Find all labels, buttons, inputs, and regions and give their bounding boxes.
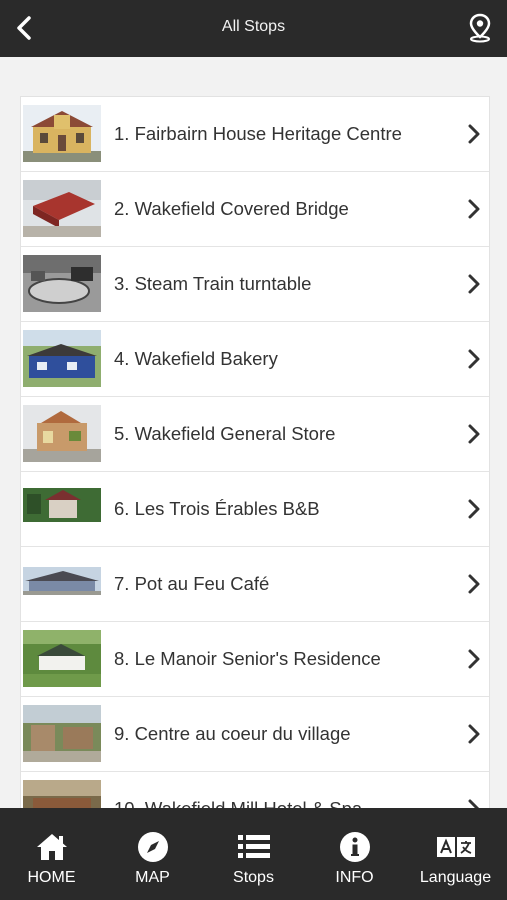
stop-thumbnail [23,630,101,687]
tab-info[interactable]: INFO [304,808,405,900]
stop-label: 1. Fairbairn House Heritage Centre [114,123,402,144]
stop-thumbnail [23,780,101,809]
stop-label: 4. Wakefield Bakery [114,348,278,369]
stop-label: 7. Pot au Feu Café [114,573,270,594]
stop-label: 9. Centre au coeur du village [114,723,351,744]
chevron-right-icon [468,649,480,669]
stop-label: 8. Le Manoir Senior's Residence [114,648,381,669]
translate-icon [436,837,475,857]
list-item[interactable]: 5. Wakefield General Store [21,397,489,472]
home-icon [36,834,67,860]
chevron-right-icon [468,499,480,519]
stop-thumbnail [23,480,101,537]
bottom-tab-bar: HOME MAP Stops INFO Language [0,808,507,900]
list-item[interactable]: 9. Centre au coeur du village [21,697,489,772]
list-item[interactable]: 7. Pot au Feu Café [21,547,489,622]
list-item[interactable]: 8. Le Manoir Senior's Residence [21,622,489,697]
tab-map[interactable]: MAP [102,808,203,900]
stop-thumbnail [23,180,101,237]
stop-thumbnail [23,330,101,387]
list-icon [237,835,270,858]
stop-label: 6. Les Trois Érables B&B [114,498,320,519]
tab-language-label: Language [419,869,492,886]
stop-thumbnail [23,405,101,462]
tab-home[interactable]: HOME [1,808,102,900]
tab-info-label: INFO [335,869,374,886]
chevron-right-icon [468,724,480,744]
chevron-right-icon [468,274,480,294]
stop-label: 2. Wakefield Covered Bridge [114,198,349,219]
list-item[interactable]: 3. Steam Train turntable [21,247,489,322]
info-icon [339,832,370,862]
tab-stops-label: Stops [233,869,274,886]
stop-thumbnail [23,255,101,312]
list-item[interactable]: 10. Wakefield Mill Hotel & Spa [21,772,489,809]
stop-thumbnail [23,555,101,612]
list-item[interactable]: 2. Wakefield Covered Bridge [21,172,489,247]
stop-label: 5. Wakefield General Store [114,423,336,444]
tab-home-label: HOME [27,869,76,886]
chevron-right-icon [468,199,480,219]
tab-map-label: MAP [135,869,170,886]
stop-thumbnail [23,105,101,162]
stop-label: 3. Steam Train turntable [114,273,312,294]
chevron-right-icon [468,349,480,369]
location-button[interactable] [465,12,495,44]
list-item[interactable]: 6. Les Trois Érables B&B [21,472,489,547]
stop-thumbnail [23,705,101,762]
tab-language[interactable]: Language [405,808,506,900]
stops-list[interactable]: 1. Fairbairn House Heritage Centre 2. Wa… [20,96,490,810]
top-navigation-bar: All Stops [0,0,507,57]
chevron-right-icon [468,124,480,144]
chevron-right-icon [468,574,480,594]
list-item[interactable]: 4. Wakefield Bakery [21,322,489,397]
compass-icon [137,832,168,862]
location-pin-icon [469,13,491,43]
tab-stops[interactable]: Stops [203,808,304,900]
list-item[interactable]: 1. Fairbairn House Heritage Centre [21,97,489,172]
chevron-right-icon [468,424,480,444]
page-title: All Stops [221,18,286,35]
